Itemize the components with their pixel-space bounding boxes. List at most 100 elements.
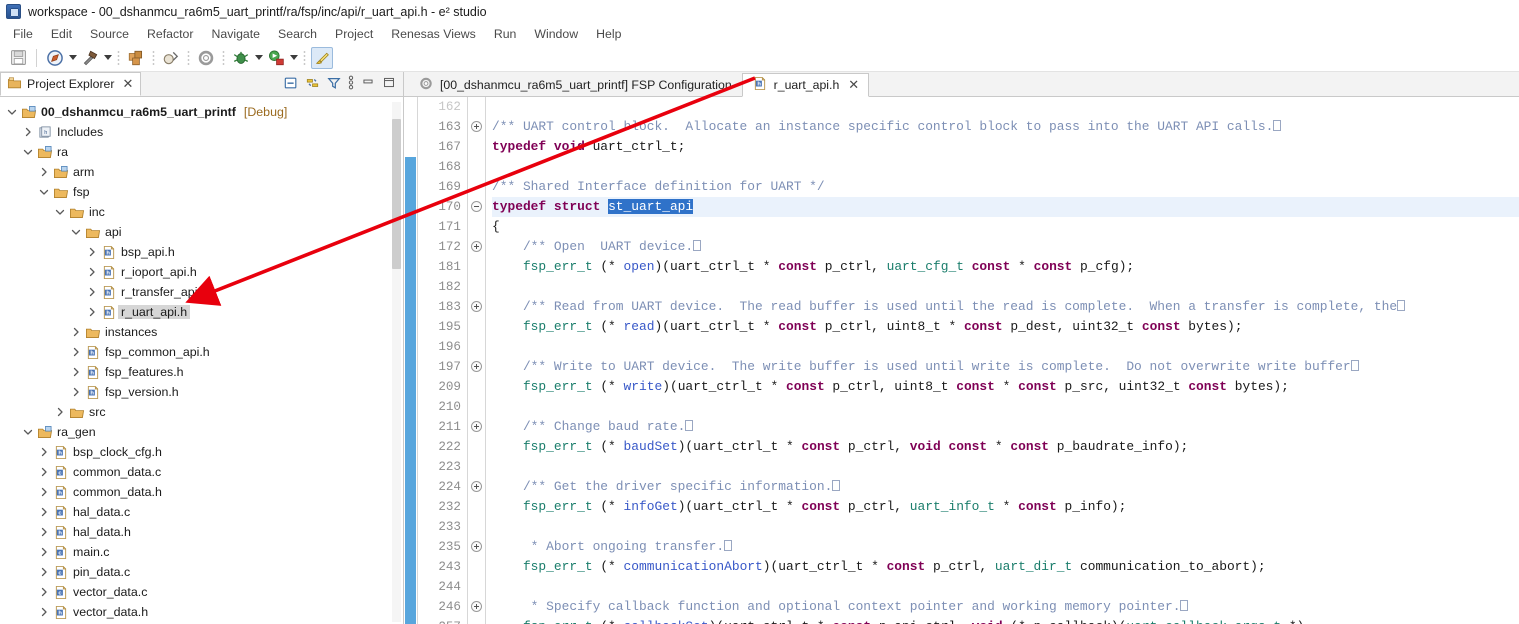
gear-icon[interactable] <box>195 47 217 69</box>
build-dropdown-caret[interactable] <box>104 55 112 60</box>
editor-tab-r-uart-api-h[interactable]: h r_uart_api.h ✕ <box>741 73 870 97</box>
chevron-down-icon[interactable] <box>36 187 51 197</box>
project-tree[interactable]: 00_dshanmcu_ra6m5_uart_printf [Debug] h Inc… <box>0 97 403 624</box>
fold-cell[interactable] <box>468 537 485 557</box>
code-line[interactable]: fsp_err_t (* open)(uart_ctrl_t * const p… <box>492 257 1519 277</box>
chevron-right-icon[interactable] <box>36 567 51 577</box>
collapsed-comment-marker[interactable] <box>693 240 702 251</box>
chevron-right-icon[interactable] <box>84 267 99 277</box>
tab-project-explorer[interactable]: Project Explorer ✕ <box>0 72 142 96</box>
chevron-right-icon[interactable] <box>36 447 51 457</box>
fold-expand-icon[interactable] <box>471 361 482 372</box>
tree-node-api[interactable]: api <box>0 222 403 242</box>
fold-expand-icon[interactable] <box>471 601 482 612</box>
code-line[interactable]: * Specify callback function and optional… <box>492 597 1519 617</box>
tree-node-ra[interactable]: ra <box>0 142 403 162</box>
minimize-icon[interactable] <box>361 76 375 92</box>
tree-node-hal-data-c[interactable]: c hal_data.c <box>0 502 403 522</box>
run-green-icon[interactable] <box>265 47 287 69</box>
fold-cell[interactable] <box>468 577 485 597</box>
menu-window[interactable]: Window <box>525 25 587 43</box>
fold-cell[interactable] <box>468 377 485 397</box>
fold-cell[interactable] <box>468 297 485 317</box>
fold-cell[interactable] <box>468 157 485 177</box>
run-dropdown-caret[interactable] <box>290 55 298 60</box>
close-icon[interactable]: ✕ <box>848 77 859 93</box>
chevron-right-icon[interactable] <box>36 587 51 597</box>
code-line[interactable] <box>492 97 1519 117</box>
tree-node-fsp-version-h[interactable]: h fsp_version.h <box>0 382 403 402</box>
fold-cell[interactable] <box>468 97 485 117</box>
tree-node-common-data-h[interactable]: h common_data.h <box>0 482 403 502</box>
collapsed-comment-marker[interactable] <box>832 480 841 491</box>
fold-cell[interactable] <box>468 497 485 517</box>
code-line[interactable] <box>492 517 1519 537</box>
code-line[interactable] <box>492 337 1519 357</box>
fold-expand-icon[interactable] <box>471 421 482 432</box>
tree-node-fsp-features-h[interactable]: h fsp_features.h <box>0 362 403 382</box>
link-editor-icon[interactable] <box>305 76 320 93</box>
fold-cell[interactable] <box>468 197 485 217</box>
menu-file[interactable]: File <box>4 25 42 43</box>
menu-run[interactable]: Run <box>485 25 526 43</box>
tree-node-includes[interactable]: h Includes <box>0 122 403 142</box>
tree-node-bsp-api-h[interactable]: h bsp_api.h <box>0 242 403 262</box>
tree-node-r-transfer-api-h[interactable]: h r_transfer_api.h <box>0 282 403 302</box>
fold-expand-icon[interactable] <box>471 301 482 312</box>
fold-cell[interactable] <box>468 237 485 257</box>
chevron-down-icon[interactable] <box>20 427 35 437</box>
compass-icon[interactable] <box>44 47 66 69</box>
menu-project[interactable]: Project <box>326 25 382 43</box>
chevron-right-icon[interactable] <box>68 327 83 337</box>
collapsed-comment-marker[interactable] <box>685 420 694 431</box>
code-line[interactable]: fsp_err_t (* infoGet)(uart_ctrl_t * cons… <box>492 497 1519 517</box>
save-button[interactable] <box>7 47 29 69</box>
brush-icon[interactable] <box>311 46 333 69</box>
code-text-area[interactable]: /** UART control block. Allocate an inst… <box>486 97 1519 624</box>
chevron-down-icon[interactable] <box>4 107 19 117</box>
tree-node-instances[interactable]: instances <box>0 322 403 342</box>
breakpoint-skip-icon[interactable] <box>160 47 182 69</box>
folding-column[interactable] <box>468 97 486 624</box>
chevron-right-icon[interactable] <box>36 607 51 617</box>
code-line[interactable]: * Abort ongoing transfer. <box>492 537 1519 557</box>
fold-expand-icon[interactable] <box>471 541 482 552</box>
chevron-right-icon[interactable] <box>84 287 99 297</box>
fold-cell[interactable] <box>468 217 485 237</box>
editor-tab-fsp-configuration[interactable]: [00_dshanmcu_ra6m5_uart_printf] FSP Conf… <box>408 72 742 96</box>
debug-bug-icon[interactable] <box>230 47 252 69</box>
fold-collapse-icon[interactable] <box>471 201 482 212</box>
package-icon[interactable] <box>125 47 147 69</box>
fold-cell[interactable] <box>468 337 485 357</box>
code-line[interactable] <box>492 277 1519 297</box>
menu-renesas-views[interactable]: Renesas Views <box>382 25 485 43</box>
chevron-down-icon[interactable] <box>52 207 67 217</box>
fold-cell[interactable] <box>468 617 485 624</box>
code-line[interactable]: /** Open UART device. <box>492 237 1519 257</box>
tree-node-r-ioport-api-h[interactable]: h r_ioport_api.h <box>0 262 403 282</box>
chevron-right-icon[interactable] <box>68 347 83 357</box>
chevron-right-icon[interactable] <box>36 547 51 557</box>
fold-cell[interactable] <box>468 517 485 537</box>
code-line[interactable] <box>492 157 1519 177</box>
code-line[interactable]: /** Get the driver specific information. <box>492 477 1519 497</box>
chevron-right-icon[interactable] <box>20 127 35 137</box>
code-line[interactable]: fsp_err_t (* write)(uart_ctrl_t * const … <box>492 377 1519 397</box>
code-line[interactable]: typedef void uart_ctrl_t; <box>492 137 1519 157</box>
debug-dropdown-caret[interactable] <box>255 55 263 60</box>
filter-icon[interactable] <box>327 76 341 93</box>
project-explorer-scrollbar-thumb[interactable] <box>392 119 401 269</box>
fold-cell[interactable] <box>468 417 485 437</box>
code-line[interactable]: { <box>492 217 1519 237</box>
collapse-all-icon[interactable] <box>284 76 298 93</box>
code-line[interactable]: fsp_err_t (* callbackSet)(uart_ctrl_t * … <box>492 617 1519 624</box>
chevron-right-icon[interactable] <box>36 487 51 497</box>
fold-cell[interactable] <box>468 317 485 337</box>
fold-cell[interactable] <box>468 437 485 457</box>
tree-node-vector-data-c[interactable]: c vector_data.c <box>0 582 403 602</box>
code-line[interactable]: fsp_err_t (* communicationAbort)(uart_ct… <box>492 557 1519 577</box>
collapsed-comment-marker[interactable] <box>1273 120 1282 131</box>
code-line[interactable]: /** Shared Interface definition for UART… <box>492 177 1519 197</box>
chevron-right-icon[interactable] <box>68 367 83 377</box>
tree-node-vector-data-h[interactable]: h vector_data.h <box>0 602 403 622</box>
